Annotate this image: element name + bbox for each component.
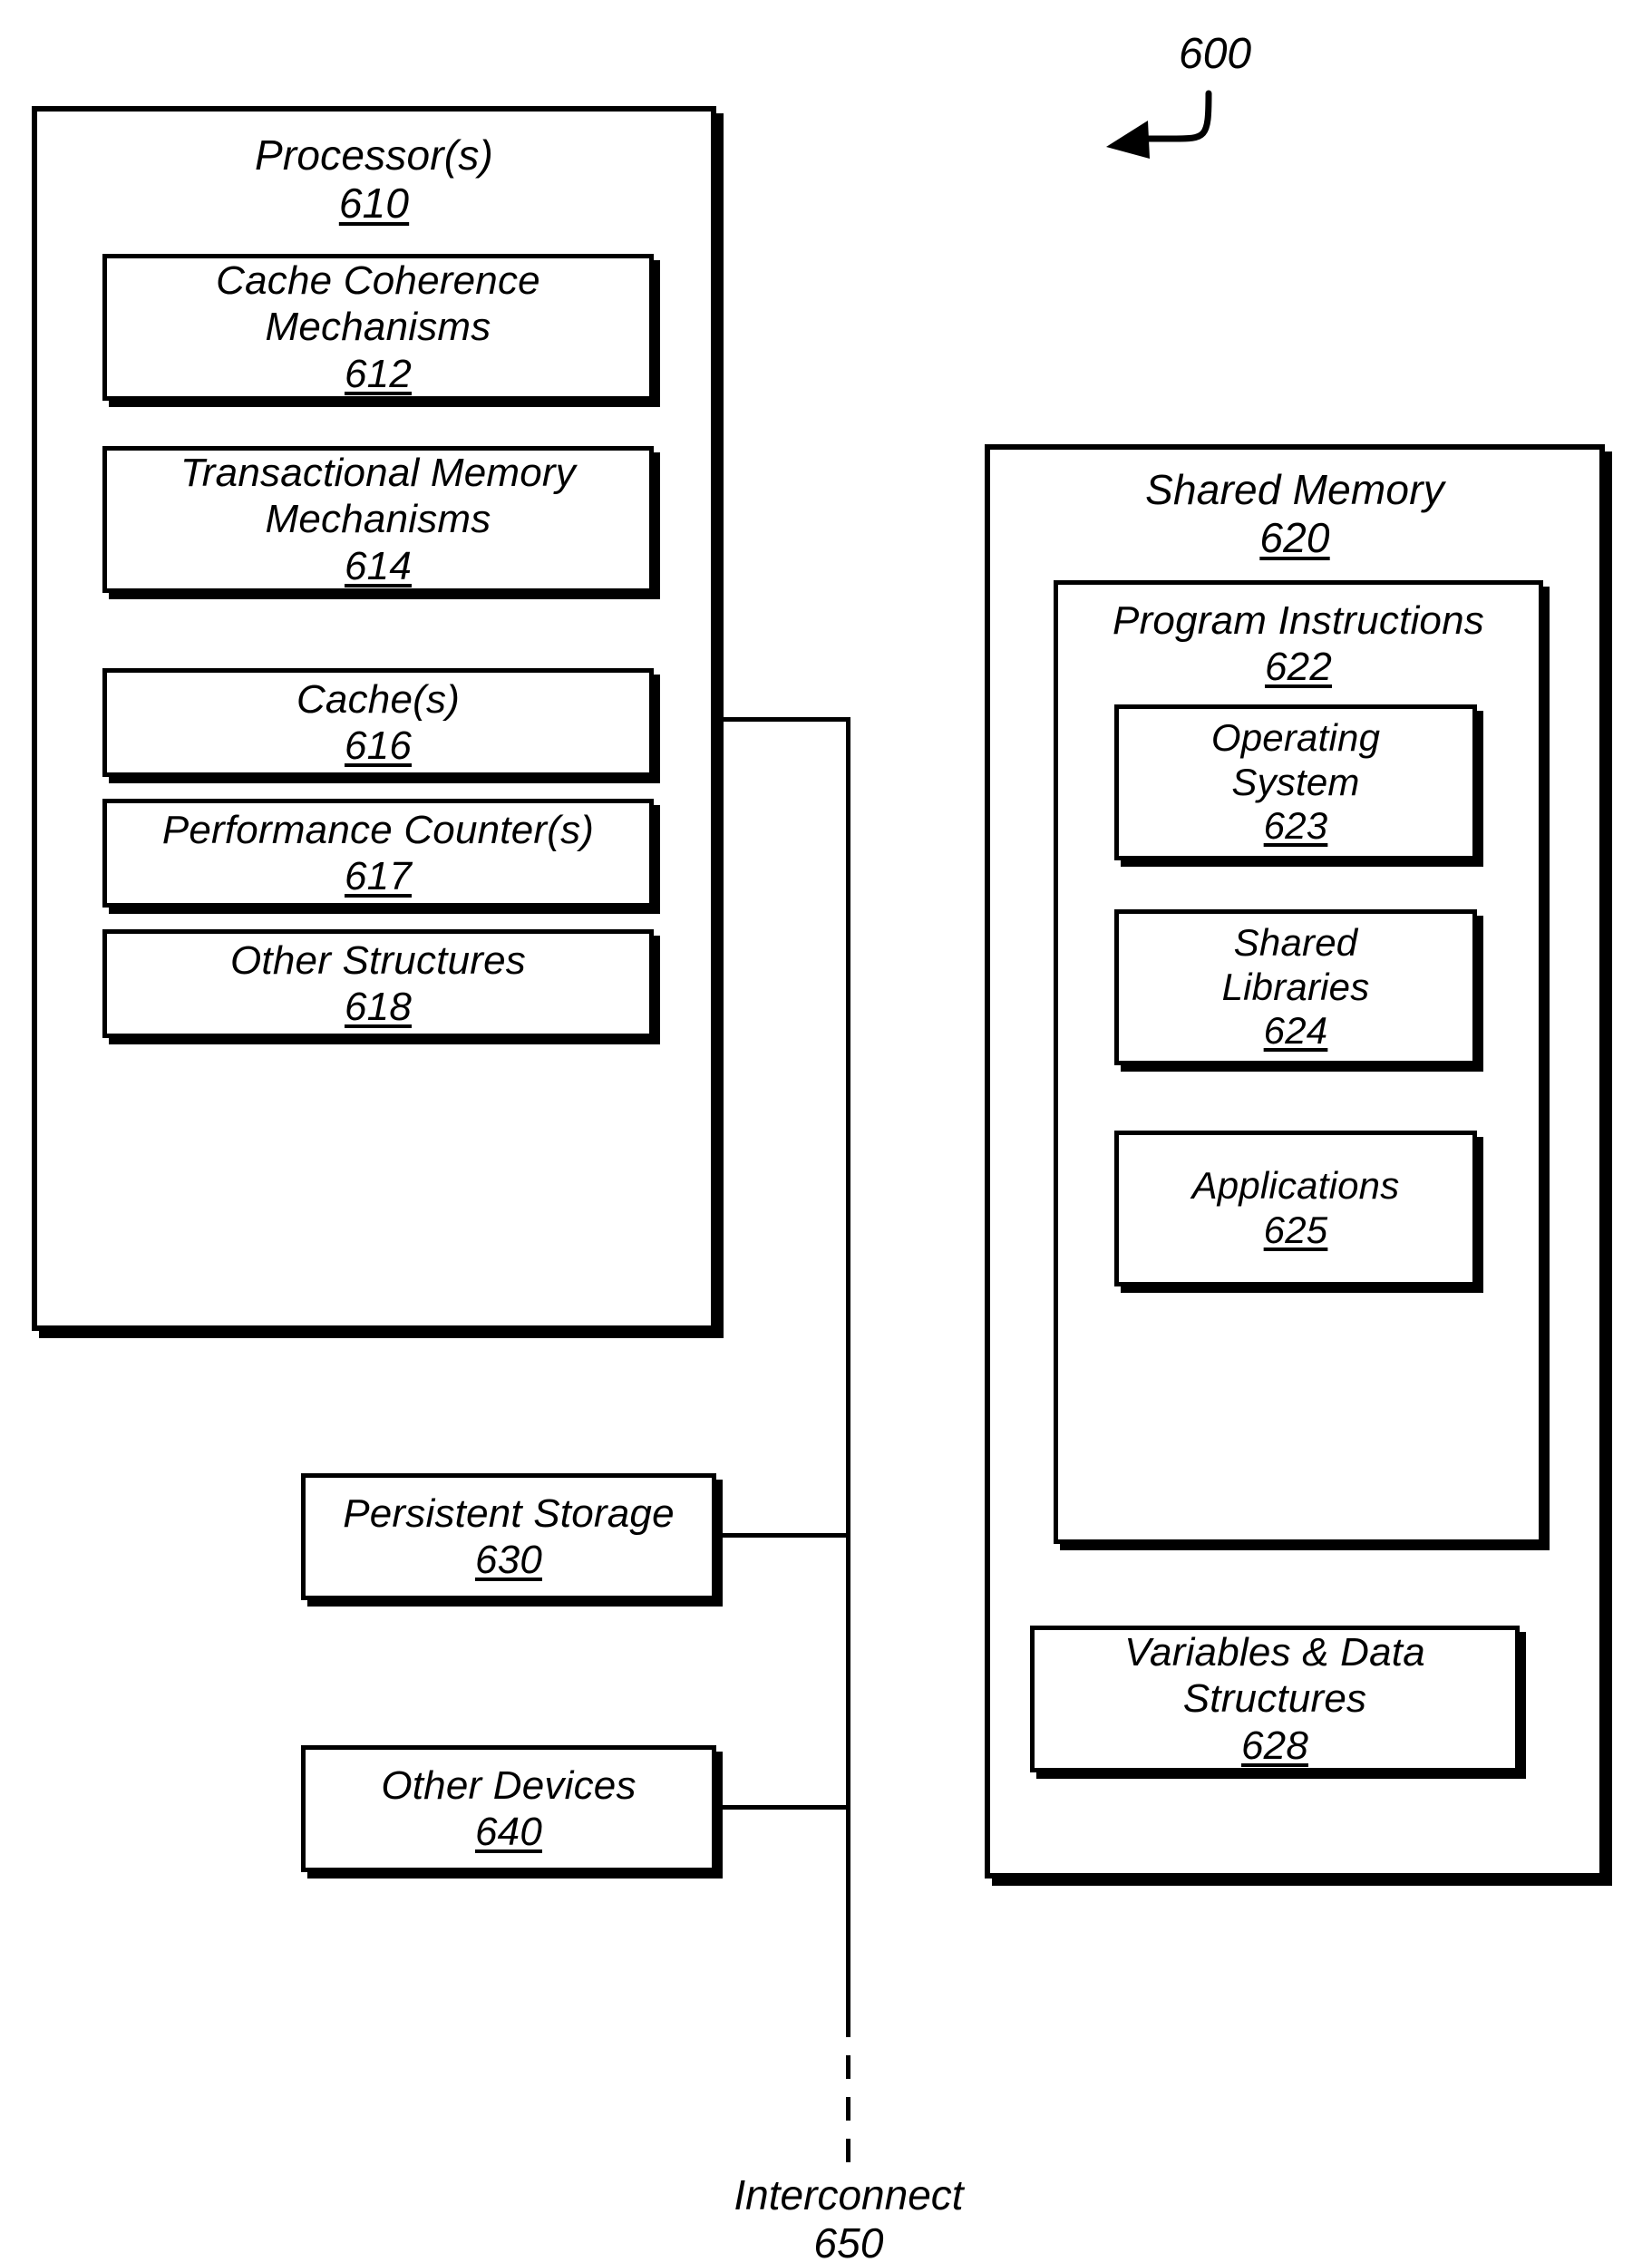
variables-data-structures-ref: 628: [1240, 1723, 1308, 1768]
other-devices-bus-connector: [714, 1805, 850, 1810]
shared-memory-title: Shared Memory: [1145, 466, 1444, 513]
other-structures-title: Other Structures: [230, 937, 526, 983]
shared-memory-title-block: Shared Memory 620: [990, 466, 1599, 563]
figure-canvas: 600 Processor(s) 610 Cache Coherence Mec…: [0, 0, 1652, 2262]
program-instructions-title-block: Program Instructions 622: [1058, 597, 1539, 690]
processor-block: Processor(s) 610 Cache Coherence Mechani…: [32, 106, 716, 1331]
shared-memory-block: Shared Memory 620 Program Instructions 6…: [985, 444, 1605, 1879]
other-structures-ref: 618: [344, 985, 412, 1029]
caches-block: Cache(s) 616: [102, 668, 654, 777]
applications-block: Applications 625: [1114, 1131, 1477, 1286]
cache-coherence-mechanisms-ref: 612: [344, 351, 412, 396]
operating-system-title: Operating System: [1210, 715, 1381, 803]
caches-ref: 616: [344, 723, 412, 768]
cache-coherence-mechanisms-title: Cache Coherence Mechanisms: [216, 258, 540, 350]
operating-system-ref: 623: [1263, 804, 1328, 848]
shared-libraries-ref: 624: [1263, 1009, 1328, 1053]
other-devices-ref: 640: [474, 1810, 542, 1854]
transactional-memory-mechanisms-ref: 614: [344, 543, 412, 588]
interconnect-bus-line: [846, 717, 850, 2014]
processor-ref: 610: [338, 180, 410, 228]
applications-title: Applications: [1191, 1164, 1400, 1208]
processor-bus-connector: [714, 717, 850, 722]
processor-title-block: Processor(s) 610: [37, 131, 711, 228]
curved-arrow-icon: [1106, 90, 1212, 159]
interconnect-label: Interconnect 650: [667, 2171, 1030, 2262]
variables-data-structures-title: Variables & Data Structures: [1124, 1630, 1425, 1722]
other-devices-title: Other Devices: [381, 1762, 637, 1808]
processor-title: Processor(s): [254, 131, 494, 179]
interconnect-bus-dashed: [846, 2014, 850, 2168]
interconnect-ref: 650: [813, 2219, 884, 2262]
other-structures-block: Other Structures 618: [102, 929, 654, 1038]
other-devices-block: Other Devices 640: [301, 1745, 716, 1872]
program-instructions-title: Program Instructions: [1113, 598, 1484, 643]
persistent-storage-block: Persistent Storage 630: [301, 1473, 716, 1600]
shared-memory-ref: 620: [1259, 514, 1330, 562]
transactional-memory-mechanisms-title: Transactional Memory Mechanisms: [180, 451, 576, 542]
interconnect-title: Interconnect: [734, 2171, 964, 2218]
persistent-storage-title: Persistent Storage: [343, 1490, 675, 1536]
transactional-memory-mechanisms-block: Transactional Memory Mechanisms 614: [102, 446, 654, 593]
shared-libraries-block: Shared Libraries 624: [1114, 909, 1477, 1065]
program-instructions-ref: 622: [1264, 645, 1332, 690]
figure-callout-number: 600: [1179, 30, 1252, 78]
applications-ref: 625: [1263, 1209, 1328, 1251]
shared-libraries-title: Shared Libraries: [1221, 920, 1370, 1008]
cache-coherence-mechanisms-block: Cache Coherence Mechanisms 612: [102, 254, 654, 401]
variables-data-structures-block: Variables & Data Structures 628: [1030, 1626, 1520, 1772]
performance-counters-block: Performance Counter(s) 617: [102, 799, 654, 908]
performance-counters-title: Performance Counter(s): [161, 807, 595, 852]
program-instructions-block: Program Instructions 622 Operating Syste…: [1054, 580, 1543, 1544]
performance-counters-ref: 617: [344, 854, 412, 898]
persistent-storage-ref: 630: [474, 1538, 542, 1582]
persistent-storage-bus-connector: [714, 1533, 850, 1538]
caches-title: Cache(s): [296, 676, 461, 722]
operating-system-block: Operating System 623: [1114, 704, 1477, 860]
